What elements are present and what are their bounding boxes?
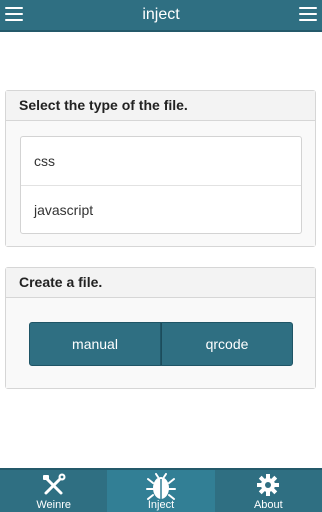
file-type-list: css javascript	[20, 136, 302, 234]
create-file-panel-body: manual qrcode	[6, 298, 315, 388]
create-button-group: manual qrcode	[29, 322, 293, 366]
file-type-item-css[interactable]: css	[21, 137, 301, 185]
qrcode-button[interactable]: qrcode	[161, 322, 293, 366]
nav-item-inject[interactable]: Inject	[107, 470, 215, 512]
manual-button[interactable]: manual	[29, 322, 161, 366]
nav-label-about: About	[253, 499, 283, 511]
header-bar: inject	[0, 0, 322, 32]
file-type-item-javascript[interactable]: javascript	[21, 185, 301, 233]
file-type-panel-title: Select the type of the file.	[6, 91, 315, 121]
create-file-panel: Create a file. manual qrcode	[5, 267, 316, 389]
hamburger-menu-icon[interactable]	[299, 7, 317, 21]
nav-item-weinre[interactable]: Weinre	[0, 470, 107, 512]
tools-icon	[41, 473, 67, 502]
file-type-panel: Select the type of the file. css javascr…	[5, 90, 316, 247]
page-title: inject	[142, 6, 180, 23]
nav-label-weinre: Weinre	[36, 499, 71, 511]
bottom-nav: Weinre Inject About	[0, 468, 322, 512]
nav-item-about[interactable]: About	[215, 470, 322, 512]
file-type-panel-body: css javascript	[6, 121, 315, 246]
app-screen: inject Select the type of the file. css …	[0, 0, 322, 512]
nav-label-inject: Inject	[147, 499, 175, 511]
gear-icon	[256, 473, 280, 502]
create-file-panel-title: Create a file.	[6, 268, 315, 298]
